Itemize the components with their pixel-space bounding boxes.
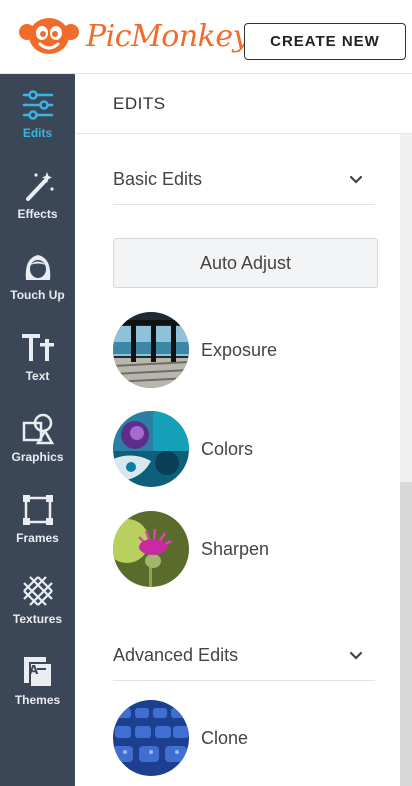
themes-icon: A <box>23 657 53 688</box>
tool-clone[interactable]: Clone <box>113 700 375 776</box>
sidebar-item-edits[interactable]: Edits <box>0 74 75 155</box>
picmonkey-logo[interactable]: PicMonkey <box>18 16 250 56</box>
magic-wand-icon <box>25 172 54 201</box>
sidebar-label-text: Text <box>25 369 50 383</box>
panel-header: EDITS <box>75 74 412 134</box>
sliders-icon <box>22 90 53 120</box>
shapes-icon <box>22 413 54 445</box>
exposure-thumbnail <box>113 312 189 388</box>
scrollbar-thumb[interactable] <box>400 482 412 786</box>
basic-edits-section-header[interactable]: Basic Edits <box>113 155 375 205</box>
texture-grid-icon <box>22 576 53 606</box>
logo-text: PicMonkey <box>86 18 250 54</box>
tool-sharpen[interactable]: Sharpen <box>113 511 375 587</box>
tool-colors[interactable]: Colors <box>113 411 375 487</box>
sidebar-item-touch-up[interactable]: Touch Up <box>0 236 75 317</box>
page-title: EDITS <box>113 94 166 113</box>
sidebar-label-touch-up: Touch Up <box>10 288 65 302</box>
section-title: Advanced Edits <box>113 645 239 665</box>
face-icon <box>25 255 50 280</box>
advanced-edits-section-header[interactable]: Advanced Edits <box>113 631 375 681</box>
sidebar-item-graphics[interactable]: Graphics <box>0 398 75 479</box>
sharpen-thumbnail <box>113 511 189 587</box>
tool-sidebar: Edits Effects Touch Up Text Graphics Fra… <box>0 74 75 786</box>
frame-icon <box>22 495 53 525</box>
sidebar-label-edits: Edits <box>22 126 53 140</box>
text-tt-icon <box>21 334 54 361</box>
tool-exposure[interactable]: Exposure <box>113 312 375 388</box>
chevron-down-icon[interactable] <box>349 173 363 187</box>
sidebar-item-effects[interactable]: Effects <box>0 155 75 236</box>
sidebar-item-text[interactable]: Text <box>0 317 75 398</box>
tool-label: Clone <box>201 727 249 748</box>
tool-label: Colors <box>201 438 254 459</box>
sidebar-label-themes: Themes <box>14 693 61 707</box>
sidebar-label-graphics: Graphics <box>11 450 64 464</box>
sidebar-item-themes[interactable]: A Themes <box>0 641 75 722</box>
auto-adjust-button[interactable]: Auto Adjust <box>113 238 378 288</box>
sidebar-item-textures[interactable]: Textures <box>0 560 75 641</box>
sidebar-label-effects: Effects <box>17 207 58 221</box>
sidebar-item-frames[interactable]: Frames <box>0 479 75 560</box>
section-title: Basic Edits <box>113 169 203 189</box>
monkey-logo-icon <box>19 18 79 54</box>
tool-label: Exposure <box>201 339 278 360</box>
sidebar-label-frames: Frames <box>16 531 59 545</box>
edits-panel: EDITS Basic Edits Auto Adjust Exposure C… <box>75 74 412 786</box>
top-bar: PicMonkey CREATE NEW <box>0 0 412 74</box>
clone-thumbnail <box>113 700 189 776</box>
chevron-down-icon[interactable] <box>349 649 363 663</box>
sidebar-label-textures: Textures <box>12 612 63 626</box>
create-new-button[interactable]: CREATE NEW <box>244 23 406 60</box>
colors-thumbnail <box>113 411 189 487</box>
tool-label: Sharpen <box>201 538 270 559</box>
